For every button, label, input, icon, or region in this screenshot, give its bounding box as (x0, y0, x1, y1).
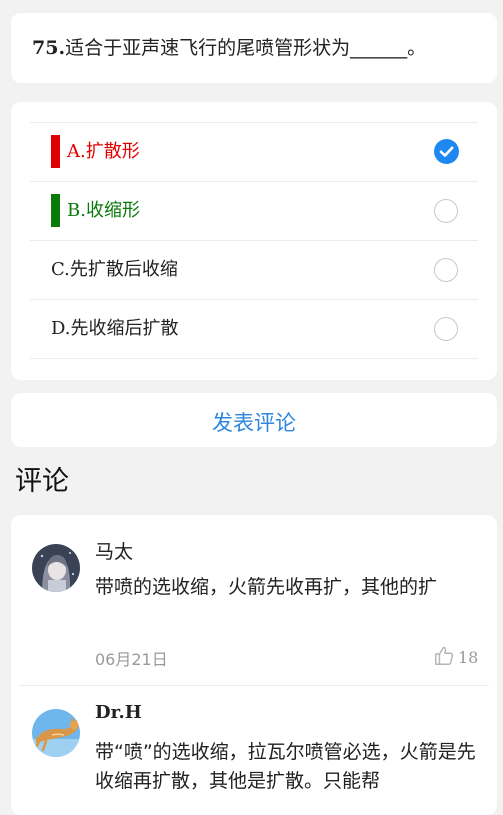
comment-text: 带喷的选收缩，火箭先收再扩，其他的扩 (95, 576, 438, 598)
option-b-label: B.收缩形 (67, 200, 140, 221)
options-card: A.扩散形 B.收缩形 C.先扩散后收缩 D.先收缩后扩散 (11, 102, 497, 380)
cat-avatar[interactable] (32, 709, 80, 757)
thumbs-up-icon (435, 646, 454, 665)
option-c[interactable]: C.先扩散后收缩 (30, 241, 478, 300)
question-text: 75.适合于亚声速飞行的尾喷管形状为______。 (32, 35, 426, 61)
option-a[interactable]: A.扩散形 (30, 123, 478, 182)
option-d-label: D.先收缩后扩散 (51, 318, 179, 339)
options-list: A.扩散形 B.收缩形 C.先扩散后收缩 D.先收缩后扩散 (30, 122, 478, 359)
option-b[interactable]: B.收缩形 (30, 182, 478, 241)
anime-girl-avatar[interactable] (32, 544, 80, 592)
comments-heading: 评论 (15, 466, 69, 497)
option-b-radio-icon[interactable] (434, 199, 458, 223)
post-comment-label: 发表评论 (212, 411, 296, 435)
comment-author: Dr.H (95, 702, 142, 723)
question-card: 75.适合于亚声速飞行的尾喷管形状为______。 (11, 13, 497, 83)
comment-text: 带“喷”的选收缩，拉瓦尔喷管必选，火箭是先收缩再扩散，其他是扩散。只能帮 (95, 741, 476, 792)
correct-answer-marker (51, 194, 60, 227)
option-d[interactable]: D.先收缩后扩散 (30, 300, 478, 359)
option-d-radio-icon[interactable] (434, 317, 458, 341)
question-number: 75. (32, 37, 66, 59)
wrong-answer-marker (51, 135, 60, 168)
like-button[interactable]: 18 (433, 645, 479, 669)
comment-divider (19, 685, 489, 686)
comments-card: 马太 带喷的选收缩，火箭先收再扩，其他的扩 06月21日 18 Dr.H 带“喷… (11, 515, 497, 815)
comment-author: 马太 (95, 541, 134, 563)
option-c-label: C.先扩散后收缩 (51, 259, 178, 280)
post-comment-button[interactable]: 发表评论 (11, 393, 497, 447)
comment-date: 06月21日 (95, 650, 168, 669)
option-a-label: A.扩散形 (67, 141, 140, 162)
option-c-radio-icon[interactable] (434, 258, 458, 282)
question-stem: 适合于亚声速飞行的尾喷管形状为______。 (65, 37, 427, 59)
like-count: 18 (458, 648, 479, 667)
option-a-checkmark-icon[interactable] (434, 139, 459, 164)
